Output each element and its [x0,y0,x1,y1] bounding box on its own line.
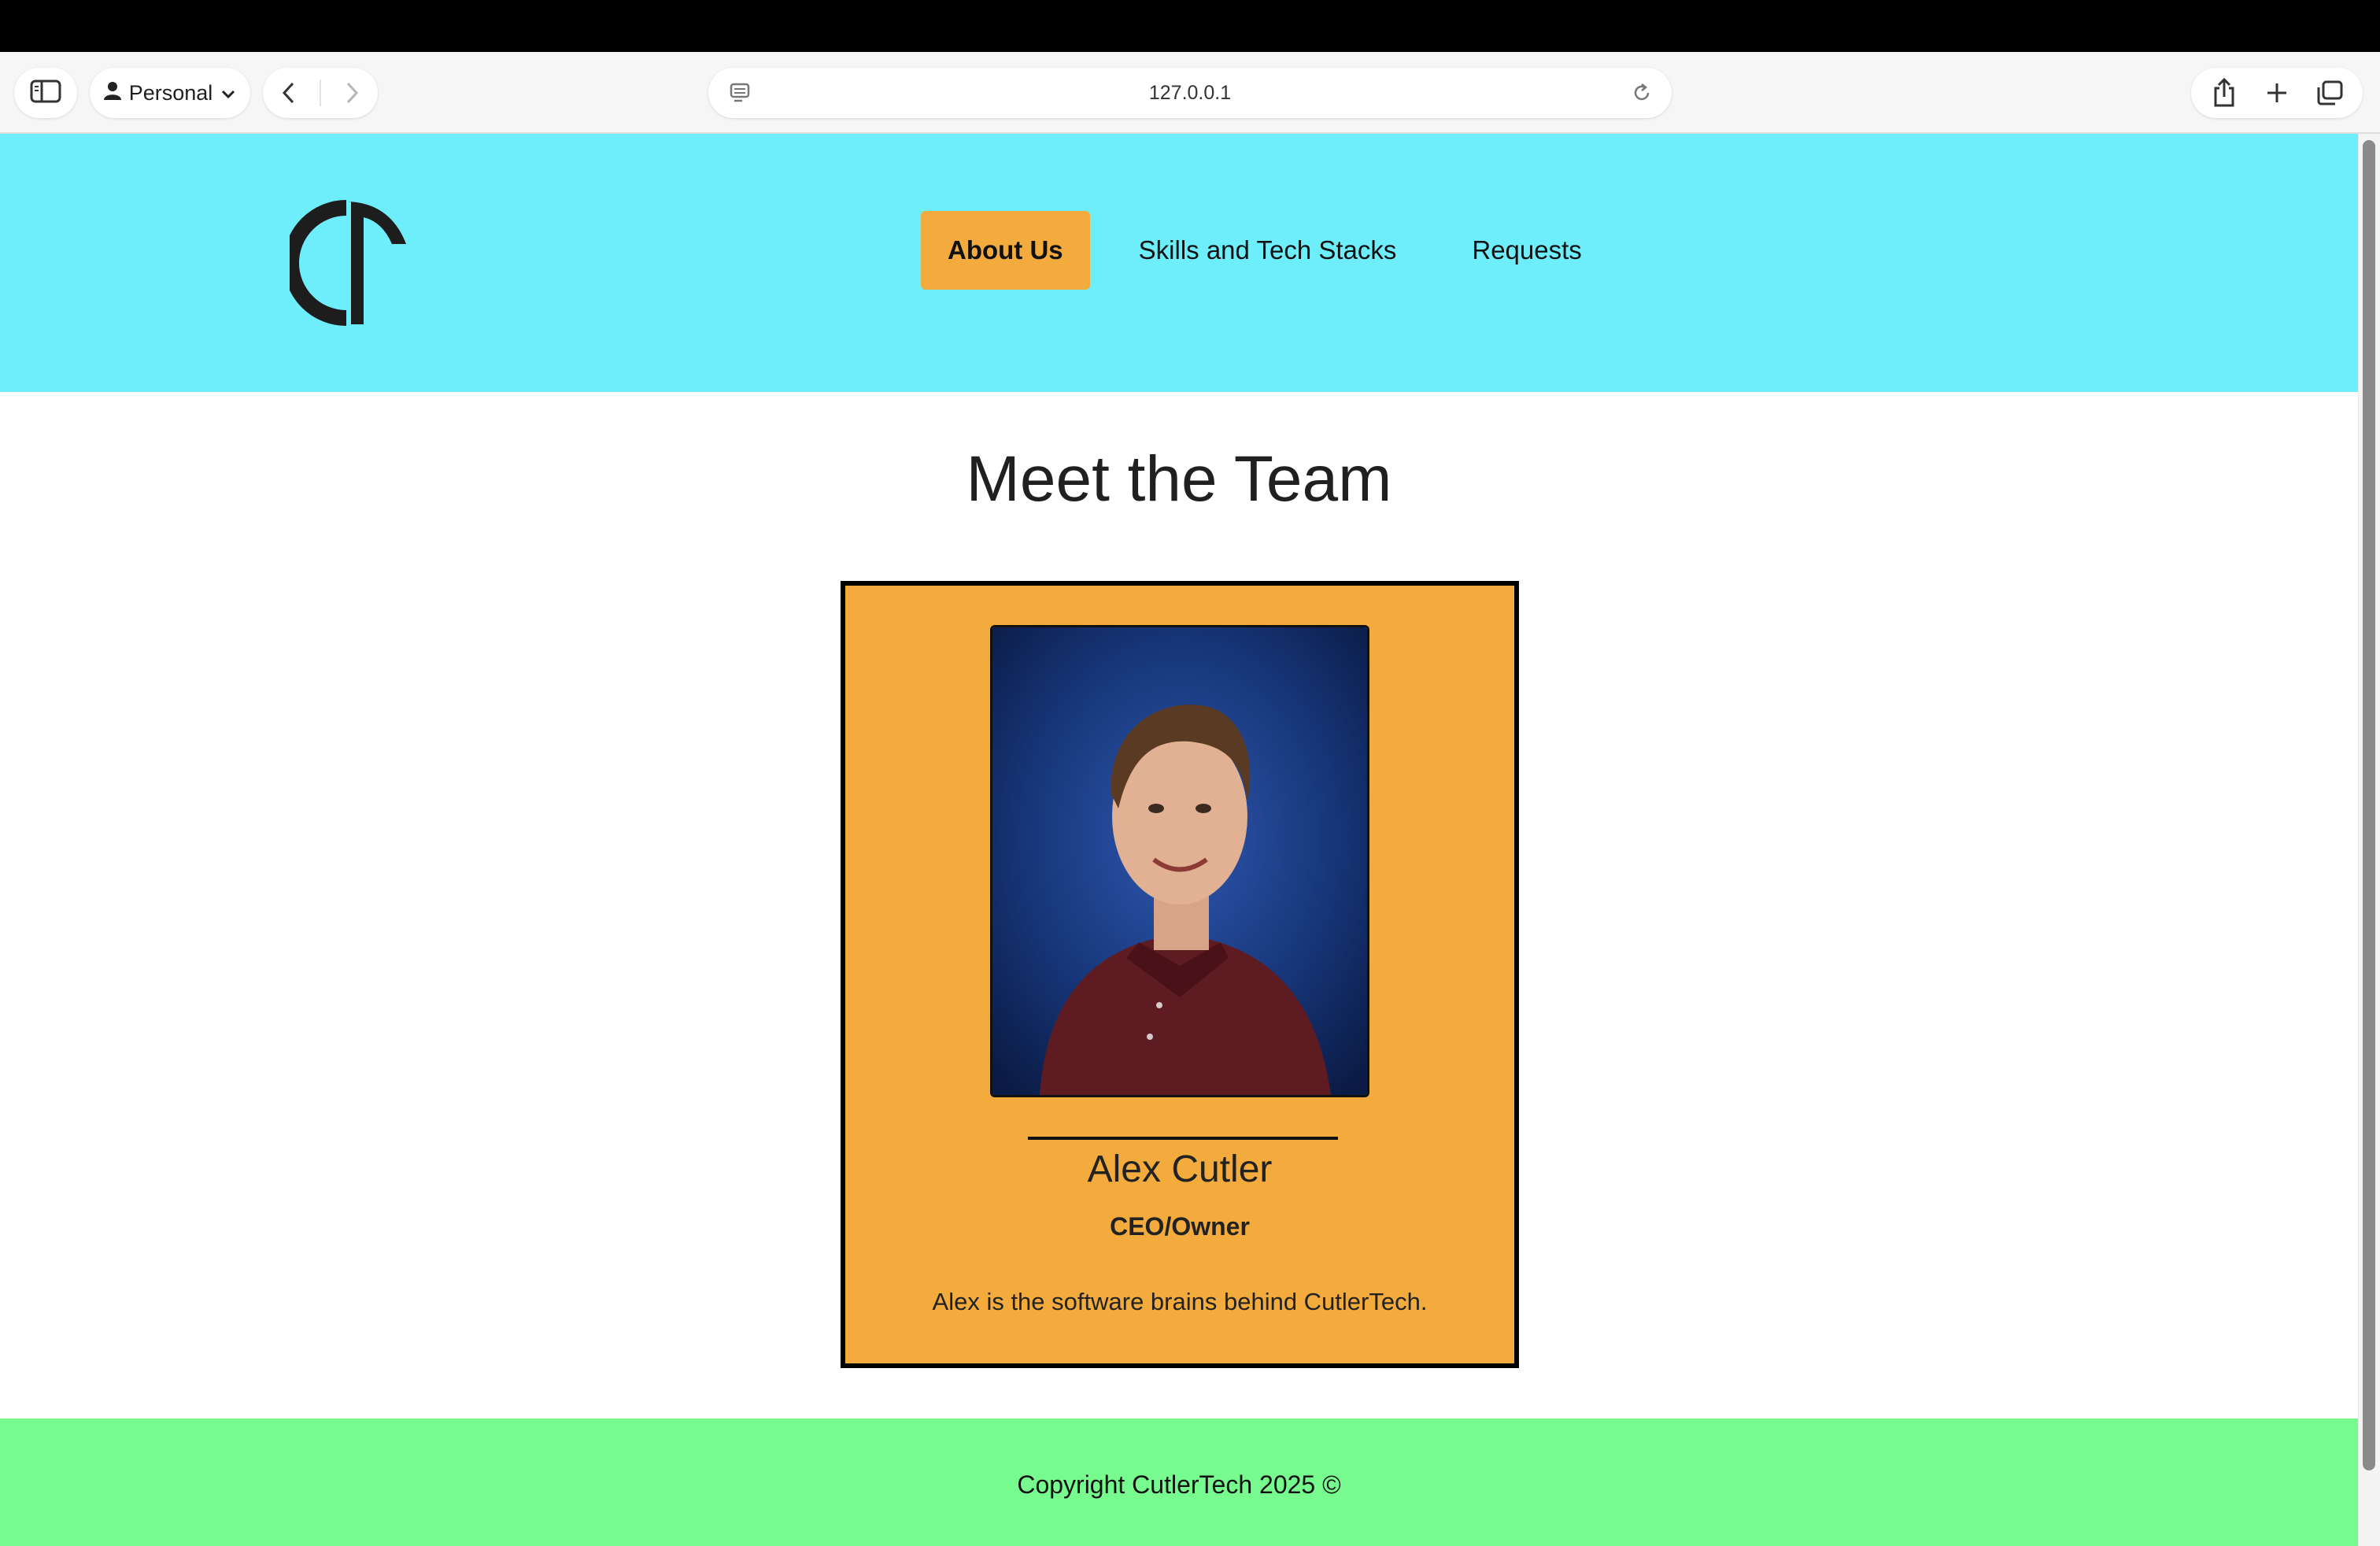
sidebar-toggle-button[interactable] [14,68,77,118]
page-menu-icon[interactable] [729,82,751,109]
team-member-card: Alex Cutler CEO/Owner Alex is the softwa… [841,581,1519,1368]
name-divider [1028,1137,1338,1140]
chevron-left-icon [283,82,294,104]
member-name: Alex Cutler [1087,1148,1273,1190]
forward-button[interactable] [330,71,374,115]
nav-about-us[interactable]: About Us [921,211,1090,290]
plus-icon [2267,83,2286,102]
scrollbar-thumb[interactable] [2363,140,2375,1470]
person-icon [103,81,121,105]
address-bar[interactable]: 127.0.0.1 [708,68,1672,118]
tab-overview-button[interactable] [2308,71,2352,115]
nav-requests[interactable]: Requests [1445,211,1608,290]
main-nav: About Us Skills and Tech Stacks Requests [921,211,1631,290]
share-button[interactable] [2202,71,2246,115]
address-text: 127.0.0.1 [1148,81,1232,104]
share-icon [2214,78,2234,107]
member-role: CEO/Owner [1110,1212,1250,1241]
reload-icon[interactable] [1631,82,1653,109]
sidebar-icon [30,79,61,108]
cutlertech-logo[interactable] [283,198,408,327]
member-photo [990,625,1369,1097]
nav-skills-tech-stacks[interactable]: Skills and Tech Stacks [1112,211,1424,290]
chevron-down-icon [220,81,236,105]
profile-button[interactable]: Personal [90,68,250,118]
member-bio: Alex is the software brains behind Cutle… [932,1288,1428,1315]
divider [319,80,321,106]
back-button[interactable] [267,71,311,115]
page-viewport: About Us Skills and Tech Stacks Requests… [0,134,2358,1546]
tabs-icon [2317,80,2343,105]
history-nav [263,68,378,118]
page-title: Meet the Team [966,443,1392,515]
site-header: About Us Skills and Tech Stacks Requests [0,134,2358,392]
toolbar-actions [2191,68,2363,118]
profile-label: Personal [128,80,213,105]
system-menu-bar [0,0,2380,52]
new-tab-button[interactable] [2255,71,2299,115]
copyright-text: Copyright CutlerTech 2025 © [1017,1470,1341,1499]
site-footer: Copyright CutlerTech 2025 © [0,1418,2358,1546]
chevron-right-icon [346,82,358,104]
browser-toolbar: Personal 127.0.0.1 [0,52,2380,134]
